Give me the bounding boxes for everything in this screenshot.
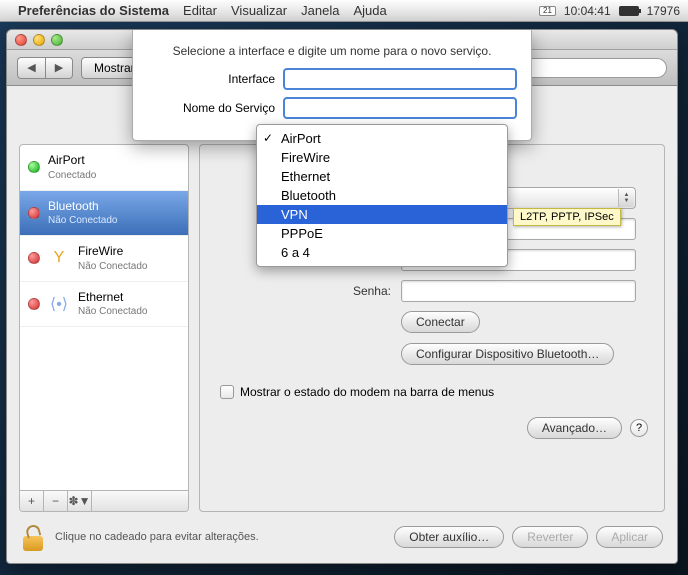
- sidebar-item-status: Não Conectado: [78, 260, 148, 273]
- status-dot-green: [28, 161, 40, 173]
- interface-select[interactable]: [283, 68, 517, 90]
- sidebar-item-ethernet[interactable]: ⟨•⟩ Ethernet Não Conectado: [20, 282, 188, 328]
- connect-button[interactable]: Conectar: [401, 311, 480, 333]
- menu-visualizar[interactable]: Visualizar: [231, 3, 287, 18]
- ethernet-icon: ⟨•⟩: [48, 293, 70, 315]
- advanced-button[interactable]: Avançado…: [527, 417, 622, 439]
- service-name-label: Nome do Serviço: [147, 101, 275, 115]
- sidebar-item-status: Não Conectado: [78, 305, 148, 318]
- prefs-window: Rede ◀ ▶ Mostrar Tudo 🔍 Selecione a inte…: [6, 29, 678, 564]
- back-button[interactable]: ◀: [17, 57, 45, 79]
- remove-interface-button[interactable]: −: [44, 491, 68, 511]
- interfaces-sidebar: AirPort Conectado Bluetooth Não Conectad…: [19, 144, 189, 512]
- get-help-button[interactable]: Obter auxílio…: [394, 526, 504, 548]
- minimize-icon[interactable]: [33, 34, 45, 46]
- service-name-field[interactable]: [283, 97, 517, 119]
- sidebar-item-label: FireWire: [78, 244, 148, 260]
- dropdown-item-pppoe[interactable]: PPPoE: [257, 224, 507, 243]
- add-interface-button[interactable]: +: [20, 491, 44, 511]
- dropdown-item-firewire[interactable]: FireWire: [257, 148, 507, 167]
- password-label: Senha:: [216, 284, 391, 298]
- stepper-icon[interactable]: ▲▼: [618, 189, 634, 207]
- sidebar-item-airport[interactable]: AirPort Conectado: [20, 145, 188, 191]
- revert-button[interactable]: Reverter: [512, 526, 588, 548]
- forward-button[interactable]: ▶: [45, 57, 73, 79]
- checkbox-icon[interactable]: [220, 385, 234, 399]
- menu-janela[interactable]: Janela: [301, 3, 339, 18]
- password-field[interactable]: [401, 280, 636, 302]
- apply-button[interactable]: Aplicar: [596, 526, 663, 548]
- status-dot-red: [28, 252, 40, 264]
- interface-dropdown: AirPort FireWire Ethernet Bluetooth VPN …: [256, 124, 508, 267]
- app-name[interactable]: Preferências do Sistema: [18, 3, 169, 18]
- sidebar-item-status: Não Conectado: [48, 214, 118, 227]
- sidebar-item-label: AirPort: [48, 153, 96, 169]
- battery-icon[interactable]: [619, 6, 639, 16]
- show-status-checkbox[interactable]: Mostrar o estado do modem na barra de me…: [220, 385, 648, 399]
- status-dot-red: [28, 207, 40, 219]
- gear-menu-button[interactable]: ✽▼: [68, 491, 92, 511]
- configure-device-button[interactable]: Configurar Dispositivo Bluetooth…: [401, 343, 614, 365]
- menu-ajuda[interactable]: Ajuda: [353, 3, 386, 18]
- sheet-prompt: Selecione a interface e digite um nome p…: [147, 44, 517, 58]
- dropdown-item-bluetooth[interactable]: Bluetooth: [257, 186, 507, 205]
- dropdown-item-airport[interactable]: AirPort: [257, 129, 507, 148]
- menubar: Preferências do Sistema Editar Visualiza…: [0, 0, 688, 22]
- dropdown-item-6a4[interactable]: 6 a 4: [257, 243, 507, 262]
- sidebar-item-firewire[interactable]: Y FireWire Não Conectado: [20, 236, 188, 282]
- calendar-icon[interactable]: 21: [539, 6, 556, 16]
- lock-text: Clique no cadeado para evitar alterações…: [55, 531, 384, 543]
- interface-label: Interface: [147, 72, 275, 86]
- zoom-icon[interactable]: [51, 34, 63, 46]
- lock-icon[interactable]: [21, 523, 45, 551]
- help-button[interactable]: ?: [630, 419, 648, 437]
- menu-editar[interactable]: Editar: [183, 3, 217, 18]
- vpn-tooltip: L2TP, PPTP, IPSec: [513, 208, 621, 226]
- dropdown-item-ethernet[interactable]: Ethernet: [257, 167, 507, 186]
- close-icon[interactable]: [15, 34, 27, 46]
- menu-extra[interactable]: 17976: [647, 4, 680, 18]
- sidebar-item-bluetooth[interactable]: Bluetooth Não Conectado: [20, 191, 188, 237]
- sidebar-item-label: Bluetooth: [48, 199, 118, 215]
- window-footer: Clique no cadeado para evitar alterações…: [21, 523, 663, 551]
- sidebar-item-status: Conectado: [48, 169, 96, 182]
- checkbox-label: Mostrar o estado do modem na barra de me…: [240, 385, 494, 399]
- dropdown-item-vpn[interactable]: VPN: [257, 205, 507, 224]
- sidebar-item-label: Ethernet: [78, 290, 148, 306]
- status-dot-red: [28, 298, 40, 310]
- clock[interactable]: 10:04:41: [564, 4, 611, 18]
- firewire-icon: Y: [48, 247, 70, 269]
